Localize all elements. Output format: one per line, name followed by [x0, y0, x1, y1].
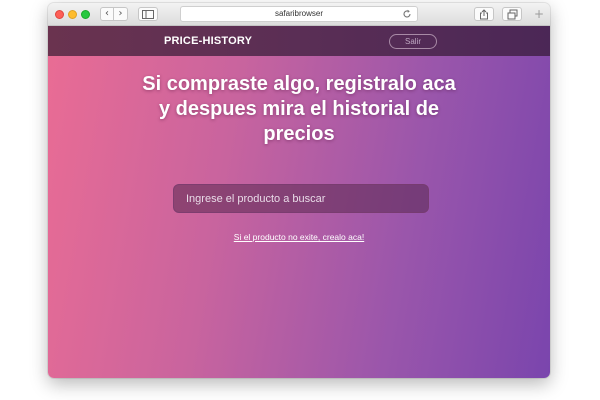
close-window-button[interactable] — [55, 10, 64, 19]
address-text: safaribrowser — [274, 9, 323, 18]
share-button[interactable] — [474, 7, 494, 21]
product-search-input[interactable] — [173, 184, 429, 213]
hero-headline: Si compraste algo, registralo aca y desp… — [142, 73, 456, 145]
address-bar[interactable]: safaribrowser — [180, 6, 418, 22]
share-icon — [480, 9, 488, 20]
browser-window: ‹ › safaribrowser + PRICE-HISTORY Salir … — [48, 3, 550, 378]
reload-icon[interactable] — [402, 9, 412, 19]
sidebar-icon — [142, 10, 154, 19]
tabs-overview-button[interactable] — [502, 7, 522, 21]
maximize-window-button[interactable] — [81, 10, 90, 19]
site-navbar: PRICE-HISTORY Salir — [48, 26, 550, 56]
minimize-window-button[interactable] — [68, 10, 77, 19]
browser-toolbar: ‹ › safaribrowser + — [48, 3, 550, 26]
tabs-icon — [507, 9, 517, 20]
brand-logo[interactable]: PRICE-HISTORY — [164, 35, 252, 47]
web-page: PRICE-HISTORY Salir Si compraste algo, r… — [48, 26, 550, 378]
new-tab-button[interactable]: + — [532, 8, 546, 22]
back-button[interactable]: ‹ — [100, 7, 114, 21]
forward-button[interactable]: › — [114, 7, 128, 21]
logout-button[interactable]: Salir — [389, 34, 437, 49]
create-product-link[interactable]: Si el producto no exite, crealo aca! — [48, 232, 550, 242]
sidebar-toggle-button[interactable] — [138, 7, 158, 21]
